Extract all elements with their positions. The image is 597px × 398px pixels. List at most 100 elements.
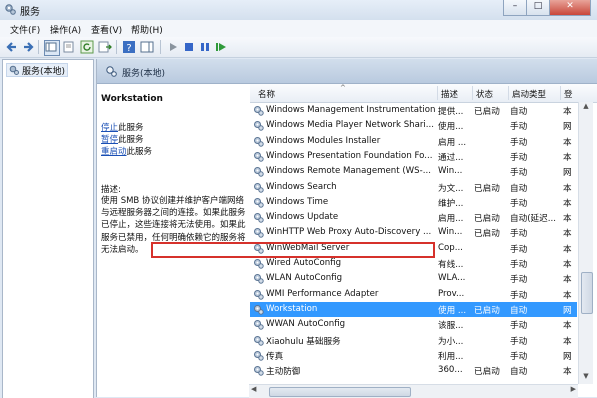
- vertical-scrollbar[interactable]: ▲ ▼: [578, 102, 593, 384]
- restart-link[interactable]: 重启动: [101, 147, 127, 157]
- show-action-pane-button[interactable]: [140, 40, 154, 54]
- export-icon: [98, 41, 112, 53]
- stop-service-button[interactable]: [182, 40, 196, 54]
- service-startup-cell: 手动: [510, 336, 528, 347]
- service-row[interactable]: Windows Update 启用... 已启动 自动(延迟... 本: [250, 210, 577, 225]
- service-description-cell: 提供...: [438, 107, 464, 117]
- service-row[interactable]: WMI Performance Adapter Prov... 手动 本: [250, 287, 577, 302]
- service-row[interactable]: Windows Modules Installer 启用 ... 手动 本: [250, 134, 577, 149]
- column-divider[interactable]: [472, 86, 473, 100]
- service-row[interactable]: WLAN AutoConfig WLA... 手动 本: [250, 271, 577, 286]
- service-name-cell: Workstation: [266, 303, 318, 314]
- action-text: 此服务: [126, 147, 153, 157]
- extended-description-panel: Workstation 停止此服务 暂停此服务 重启动此服务 描述: 使用 SM…: [97, 84, 249, 397]
- menu-help[interactable]: 帮助(H): [131, 23, 163, 36]
- service-description-cell: 为小...: [438, 336, 464, 347]
- service-description-cell: 该服...: [438, 321, 464, 332]
- column-divider[interactable]: [437, 86, 438, 100]
- service-gear-icon: [253, 273, 264, 287]
- window-title: 服务: [20, 7, 40, 18]
- service-gear-icon: [253, 289, 264, 303]
- service-name-cell: Windows Modules Installer: [266, 135, 381, 146]
- scroll-left-icon[interactable]: ◀: [251, 385, 256, 393]
- service-gear-icon: [253, 120, 264, 134]
- help-button[interactable]: ?: [122, 40, 136, 54]
- service-row[interactable]: 主动防御 360... 已启动 自动 本: [250, 363, 577, 378]
- pane-header: 服务(本地): [97, 59, 597, 84]
- column-header-row: ^ 名称 描述 状态 启动类型 登: [250, 84, 597, 103]
- service-startup-cell: 手动: [510, 244, 528, 255]
- menu-view[interactable]: 查看(V): [91, 23, 122, 36]
- menu-file[interactable]: 文件(F): [10, 23, 40, 36]
- service-row[interactable]: Windows Presentation Foundation Fo... 通过.…: [250, 149, 577, 164]
- service-startup-cell: 手动: [510, 275, 528, 286]
- column-header-name[interactable]: 名称: [258, 88, 275, 100]
- minimize-button[interactable]: –: [503, 0, 527, 16]
- column-divider[interactable]: [560, 86, 561, 100]
- action-restart: 重启动此服务: [101, 145, 152, 157]
- service-logon-cell: 本: [563, 336, 572, 347]
- service-row[interactable]: Windows Search 为文... 已启动 自动 本: [250, 180, 577, 195]
- service-row[interactable]: Windows Media Player Network Shari... 使用.…: [250, 118, 577, 133]
- service-logon-cell: 本: [563, 198, 572, 209]
- service-status-cell: 已启动: [474, 305, 500, 316]
- services-app-icon: [4, 3, 16, 15]
- vertical-scroll-thumb[interactable]: [581, 272, 593, 314]
- service-logon-cell: 网: [563, 351, 572, 362]
- service-startup-cell: 手动: [510, 260, 528, 270]
- service-row[interactable]: Wired AutoConfig 有线... 手动 本: [250, 256, 577, 271]
- pause-service-button[interactable]: [198, 40, 212, 54]
- service-name-cell: Windows Search: [266, 181, 337, 192]
- service-startup-cell: 自动: [510, 107, 528, 117]
- stop-link[interactable]: 停止: [101, 123, 118, 133]
- column-header-logon[interactable]: 登: [564, 88, 573, 100]
- service-startup-cell: 自动(延迟...: [510, 214, 556, 225]
- service-row[interactable]: WWAN AutoConfig 该服... 手动 本: [250, 317, 577, 332]
- service-gear-icon: [253, 182, 264, 196]
- scroll-down-icon[interactable]: ▼: [580, 372, 592, 384]
- column-header-description[interactable]: 描述: [441, 88, 458, 100]
- action-pane-icon: [140, 41, 154, 53]
- service-row[interactable]: Windows Time 维护... 手动 本: [250, 195, 577, 210]
- service-row[interactable]: Xiaohulu 基础服务 为小... 手动 本: [250, 333, 577, 348]
- service-startup-cell: 手动: [510, 152, 528, 163]
- service-logon-cell: 网: [563, 122, 572, 133]
- service-logon-cell: 本: [563, 152, 572, 163]
- action-text: 此服务: [118, 123, 144, 133]
- service-row-selected[interactable]: Workstation 使用 ... 已启动 自动 网: [250, 301, 577, 318]
- start-service-button[interactable]: [166, 40, 180, 54]
- refresh-button[interactable]: [80, 40, 94, 54]
- horizontal-scrollbar[interactable]: ◀ ▶: [249, 384, 578, 398]
- service-startup-cell: 手动: [510, 290, 528, 301]
- pause-link[interactable]: 暂停: [101, 135, 118, 145]
- menu-action[interactable]: 操作(A): [50, 23, 81, 36]
- service-startup-cell: 手动: [510, 168, 528, 179]
- service-logon-cell: 本: [563, 137, 572, 148]
- service-description-cell: 启用 ...: [438, 137, 467, 148]
- service-startup-cell: 手动: [510, 351, 528, 362]
- tree-item-services-local[interactable]: 服务(本地): [6, 63, 69, 77]
- action-text: 此服务: [118, 135, 144, 145]
- services-list: ^ 名称 描述 状态 启动类型 登 Windows Management Ins…: [250, 84, 597, 397]
- service-row[interactable]: 传真 利用... 手动 网: [250, 348, 577, 363]
- close-button[interactable]: ✕: [549, 0, 591, 16]
- back-button[interactable]: [5, 40, 19, 54]
- column-header-status[interactable]: 状态: [476, 88, 493, 100]
- service-name-cell: Xiaohulu 基础服务: [266, 336, 341, 347]
- show-hide-tree-button[interactable]: [44, 40, 60, 56]
- refresh-icon: [80, 40, 94, 54]
- forward-button[interactable]: [21, 40, 35, 54]
- scroll-right-icon[interactable]: ▶: [571, 385, 576, 393]
- service-row[interactable]: Windows Remote Management (WS-... Win... 手…: [250, 164, 577, 179]
- restart-service-button[interactable]: [214, 40, 228, 54]
- column-divider[interactable]: [508, 86, 509, 100]
- service-row[interactable]: Windows Management Instrumentation 提供... 已…: [250, 103, 577, 118]
- export-list-button[interactable]: [98, 40, 112, 54]
- properties-button[interactable]: [62, 40, 76, 54]
- horizontal-scroll-thumb[interactable]: [269, 387, 411, 397]
- service-row[interactable]: WinHTTP Web Proxy Auto-Discovery ... Win.…: [250, 225, 577, 240]
- service-gear-icon: [253, 197, 264, 211]
- column-header-startup-type[interactable]: 启动类型: [512, 88, 546, 100]
- scroll-up-icon[interactable]: ▲: [580, 102, 592, 114]
- maximize-button[interactable]: □: [526, 0, 550, 16]
